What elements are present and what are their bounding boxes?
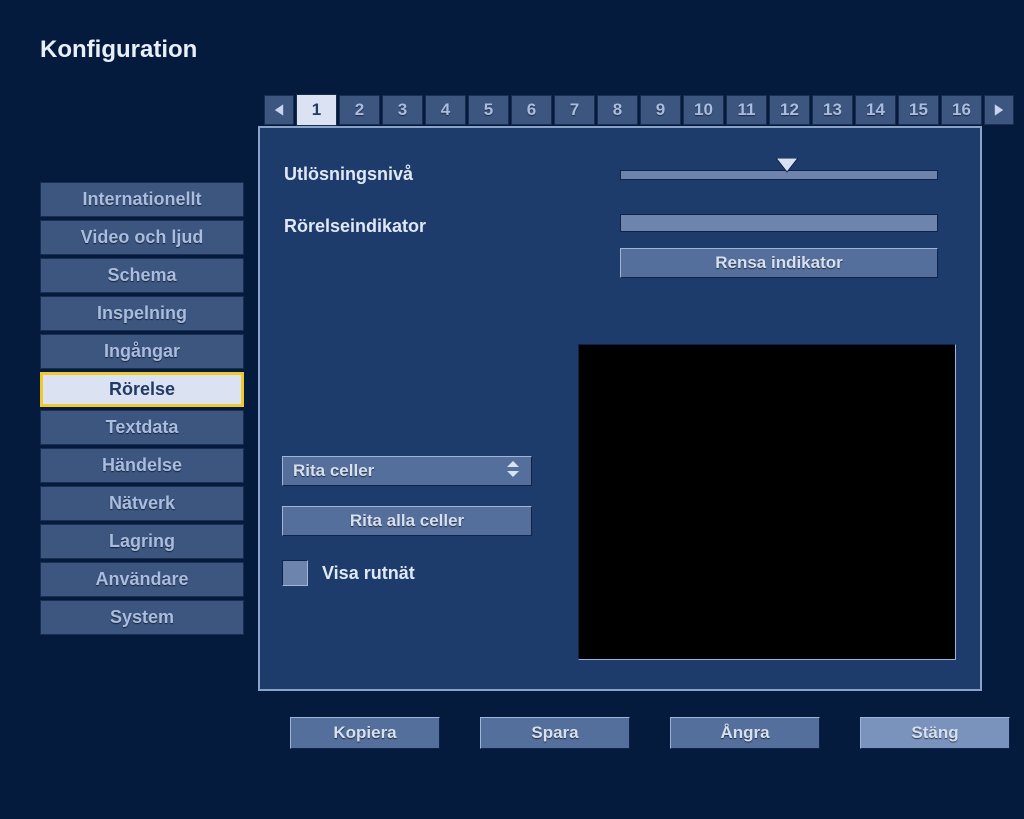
tab-channel[interactable]: 8 bbox=[597, 95, 638, 125]
sidebar-item-rorelse[interactable]: Rörelse bbox=[40, 372, 244, 407]
sidebar: Internationellt Video och ljud Schema In… bbox=[40, 182, 244, 638]
tab-channel[interactable]: 12 bbox=[769, 95, 810, 125]
sidebar-item-natverk[interactable]: Nätverk bbox=[40, 486, 244, 521]
tab-channel[interactable]: 1 bbox=[296, 94, 337, 126]
sidebar-item-internationellt[interactable]: Internationellt bbox=[40, 182, 244, 217]
tab-channel[interactable]: 9 bbox=[640, 95, 681, 125]
tab-channel[interactable]: 2 bbox=[339, 95, 380, 125]
sidebar-item-inspelning[interactable]: Inspelning bbox=[40, 296, 244, 331]
show-grid-checkbox[interactable] bbox=[282, 560, 308, 586]
sidebar-item-video-och-ljud[interactable]: Video och ljud bbox=[40, 220, 244, 255]
sidebar-item-ingangar[interactable]: Ingångar bbox=[40, 334, 244, 369]
sidebar-item-handelse[interactable]: Händelse bbox=[40, 448, 244, 483]
draw-all-cells-button[interactable]: Rita alla celler bbox=[282, 506, 532, 536]
tab-channel[interactable]: 3 bbox=[382, 95, 423, 125]
tab-channel[interactable]: 4 bbox=[425, 95, 466, 125]
tab-channel[interactable]: 5 bbox=[468, 95, 509, 125]
tab-channel[interactable]: 13 bbox=[812, 95, 853, 125]
sidebar-item-schema[interactable]: Schema bbox=[40, 258, 244, 293]
tab-channel[interactable]: 6 bbox=[511, 95, 552, 125]
trigger-level-thumb[interactable] bbox=[776, 158, 798, 174]
tab-next-button[interactable] bbox=[984, 95, 1014, 125]
tab-channel[interactable]: 15 bbox=[898, 95, 939, 125]
footer-buttons: Kopiera Spara Ångra Stäng bbox=[290, 717, 1010, 749]
show-grid-row: Visa rutnät bbox=[282, 560, 415, 586]
tab-prev-button[interactable] bbox=[264, 95, 294, 125]
clear-indicator-button[interactable]: Rensa indikator bbox=[620, 248, 938, 278]
sidebar-item-anvandare[interactable]: Användare bbox=[40, 562, 244, 597]
tab-channel[interactable]: 16 bbox=[941, 95, 982, 125]
motion-indicator-bar bbox=[620, 214, 938, 232]
draw-mode-dropdown[interactable]: Rita celler bbox=[282, 456, 532, 486]
sidebar-item-lagring[interactable]: Lagring bbox=[40, 524, 244, 559]
undo-button[interactable]: Ångra bbox=[670, 717, 820, 749]
save-button[interactable]: Spara bbox=[480, 717, 630, 749]
updown-icon bbox=[505, 459, 521, 484]
sidebar-item-textdata[interactable]: Textdata bbox=[40, 410, 244, 445]
close-button[interactable]: Stäng bbox=[860, 717, 1010, 749]
motion-indicator-label: Rörelseindikator bbox=[284, 216, 426, 237]
page-title: Konfiguration bbox=[40, 36, 197, 64]
show-grid-label: Visa rutnät bbox=[322, 563, 415, 584]
tab-channel[interactable]: 10 bbox=[683, 95, 724, 125]
tab-channel[interactable]: 11 bbox=[726, 95, 767, 125]
tab-channel[interactable]: 7 bbox=[554, 95, 595, 125]
tab-channel[interactable]: 14 bbox=[855, 95, 896, 125]
draw-mode-value: Rita celler bbox=[293, 461, 505, 481]
trigger-level-label: Utlösningsnivå bbox=[284, 164, 413, 185]
channel-tabs: 1 2 3 4 5 6 7 8 9 10 11 12 13 14 15 16 bbox=[264, 94, 1014, 126]
sidebar-item-system[interactable]: System bbox=[40, 600, 244, 635]
copy-button[interactable]: Kopiera bbox=[290, 717, 440, 749]
motion-preview[interactable] bbox=[578, 344, 956, 660]
main-panel: Utlösningsnivå Rörelseindikator Rensa in… bbox=[258, 126, 982, 691]
